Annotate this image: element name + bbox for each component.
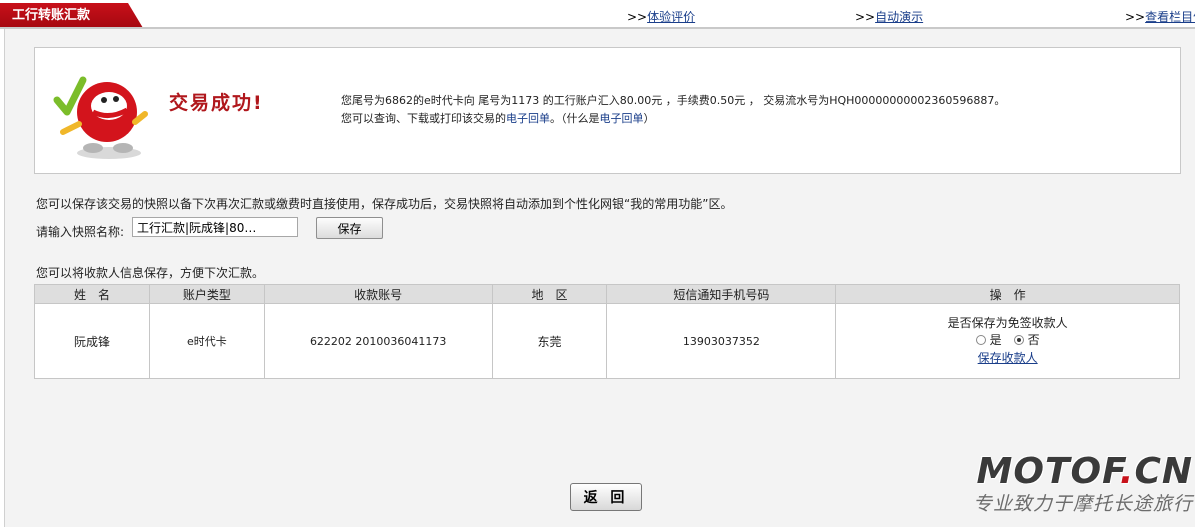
what-is-e-receipt-link[interactable]: 电子回单 xyxy=(600,112,644,125)
watermark-brand: MOTOF.CN xyxy=(976,451,1193,492)
header-account-type: 账户类型 xyxy=(148,284,265,304)
cell-phone: 13903037352 xyxy=(606,303,837,379)
demo-link[interactable]: 自动演示 xyxy=(875,10,923,24)
header-region: 地 区 xyxy=(491,284,608,304)
success-panel: 交易成功! 您尾号为6862的e时代卡向 尾号为1173 的工行账户汇入80.0… xyxy=(34,47,1181,174)
cell-name: 阮成锋 xyxy=(34,303,150,379)
back-button[interactable]: 返 回 xyxy=(570,483,642,511)
cell-account-no: 622202 2010036041173 xyxy=(263,303,493,379)
header-operation: 操 作 xyxy=(835,284,1180,304)
e-receipt-link[interactable]: 电子回单 xyxy=(506,112,550,125)
save-snapshot-button[interactable]: 保存 xyxy=(316,217,383,239)
receipt-line: 您可以查询、下载或打印该交易的电子回单。（什么是电子回单） xyxy=(341,112,655,125)
link-demo: >>自动演示 xyxy=(855,10,924,24)
transfer-summary: 您尾号为6862的e时代卡向 尾号为1173 的工行账户汇入80.00元 ，手续… xyxy=(341,94,1006,107)
radio-yes[interactable] xyxy=(975,335,986,346)
cell-region: 东莞 xyxy=(491,303,608,379)
header-phone: 短信通知手机号码 xyxy=(606,284,837,304)
radio-yes-label: 是 xyxy=(989,332,1002,347)
payee-radio-group: 是 否 xyxy=(975,332,1040,349)
watermark: MOTOF.CN 专业致力于摩托长途旅行 xyxy=(948,452,1193,524)
snapshot-name-input[interactable] xyxy=(132,217,298,237)
save-payee-link[interactable]: 保存收款人 xyxy=(836,350,1179,367)
table-row: 阮成锋 e时代卡 622202 2010036041173 东莞 1390303… xyxy=(34,303,1180,379)
cell-operation: 是否保存为免签收款人 是 否 保存收款人 xyxy=(835,303,1180,379)
link-column-info: >>查看栏目信 xyxy=(1125,8,1195,25)
link-evaluation: >>体验评价 xyxy=(627,10,696,24)
column-info-link[interactable]: 查看栏目信 xyxy=(1145,10,1195,24)
header-name: 姓 名 xyxy=(34,284,150,304)
payee-table: 姓 名 账户类型 收款账号 地 区 短信通知手机号码 操 作 阮成锋 e时代卡 … xyxy=(34,284,1180,379)
snapshot-info: 您可以保存该交易的快照以备下次再次汇款或缴费时直接使用，保存成功后，交易快照将自… xyxy=(36,197,733,211)
top-bar: 工行转账汇款 >>体验评价 >>自动演示 >>查看栏目信 xyxy=(0,0,1195,29)
snapshot-name-label: 请输入快照名称: xyxy=(36,225,125,239)
payee-info: 您可以将收款人信息保存，方便下次汇款。 xyxy=(36,266,265,280)
success-title: 交易成功! xyxy=(169,92,264,114)
radio-no-label: 否 xyxy=(1027,332,1040,347)
table-header-row: 姓 名 账户类型 收款账号 地 区 短信通知手机号码 操 作 xyxy=(34,284,1180,304)
save-payee-question: 是否保存为免签收款人 xyxy=(947,315,1068,330)
tab-transfer[interactable]: 工行转账汇款 xyxy=(0,3,143,28)
header-account-no: 收款账号 xyxy=(263,284,493,304)
evaluation-link[interactable]: 体验评价 xyxy=(647,10,695,24)
radio-no[interactable] xyxy=(1013,335,1024,346)
e-mascot-icon xyxy=(53,76,148,159)
success-message: 您尾号为6862的e时代卡向 尾号为1173 的工行账户汇入80.00元 ，手续… xyxy=(341,92,1005,128)
cell-account-type: e时代卡 xyxy=(148,303,265,379)
watermark-slogan: 专业致力于摩托长途旅行 xyxy=(972,493,1193,515)
